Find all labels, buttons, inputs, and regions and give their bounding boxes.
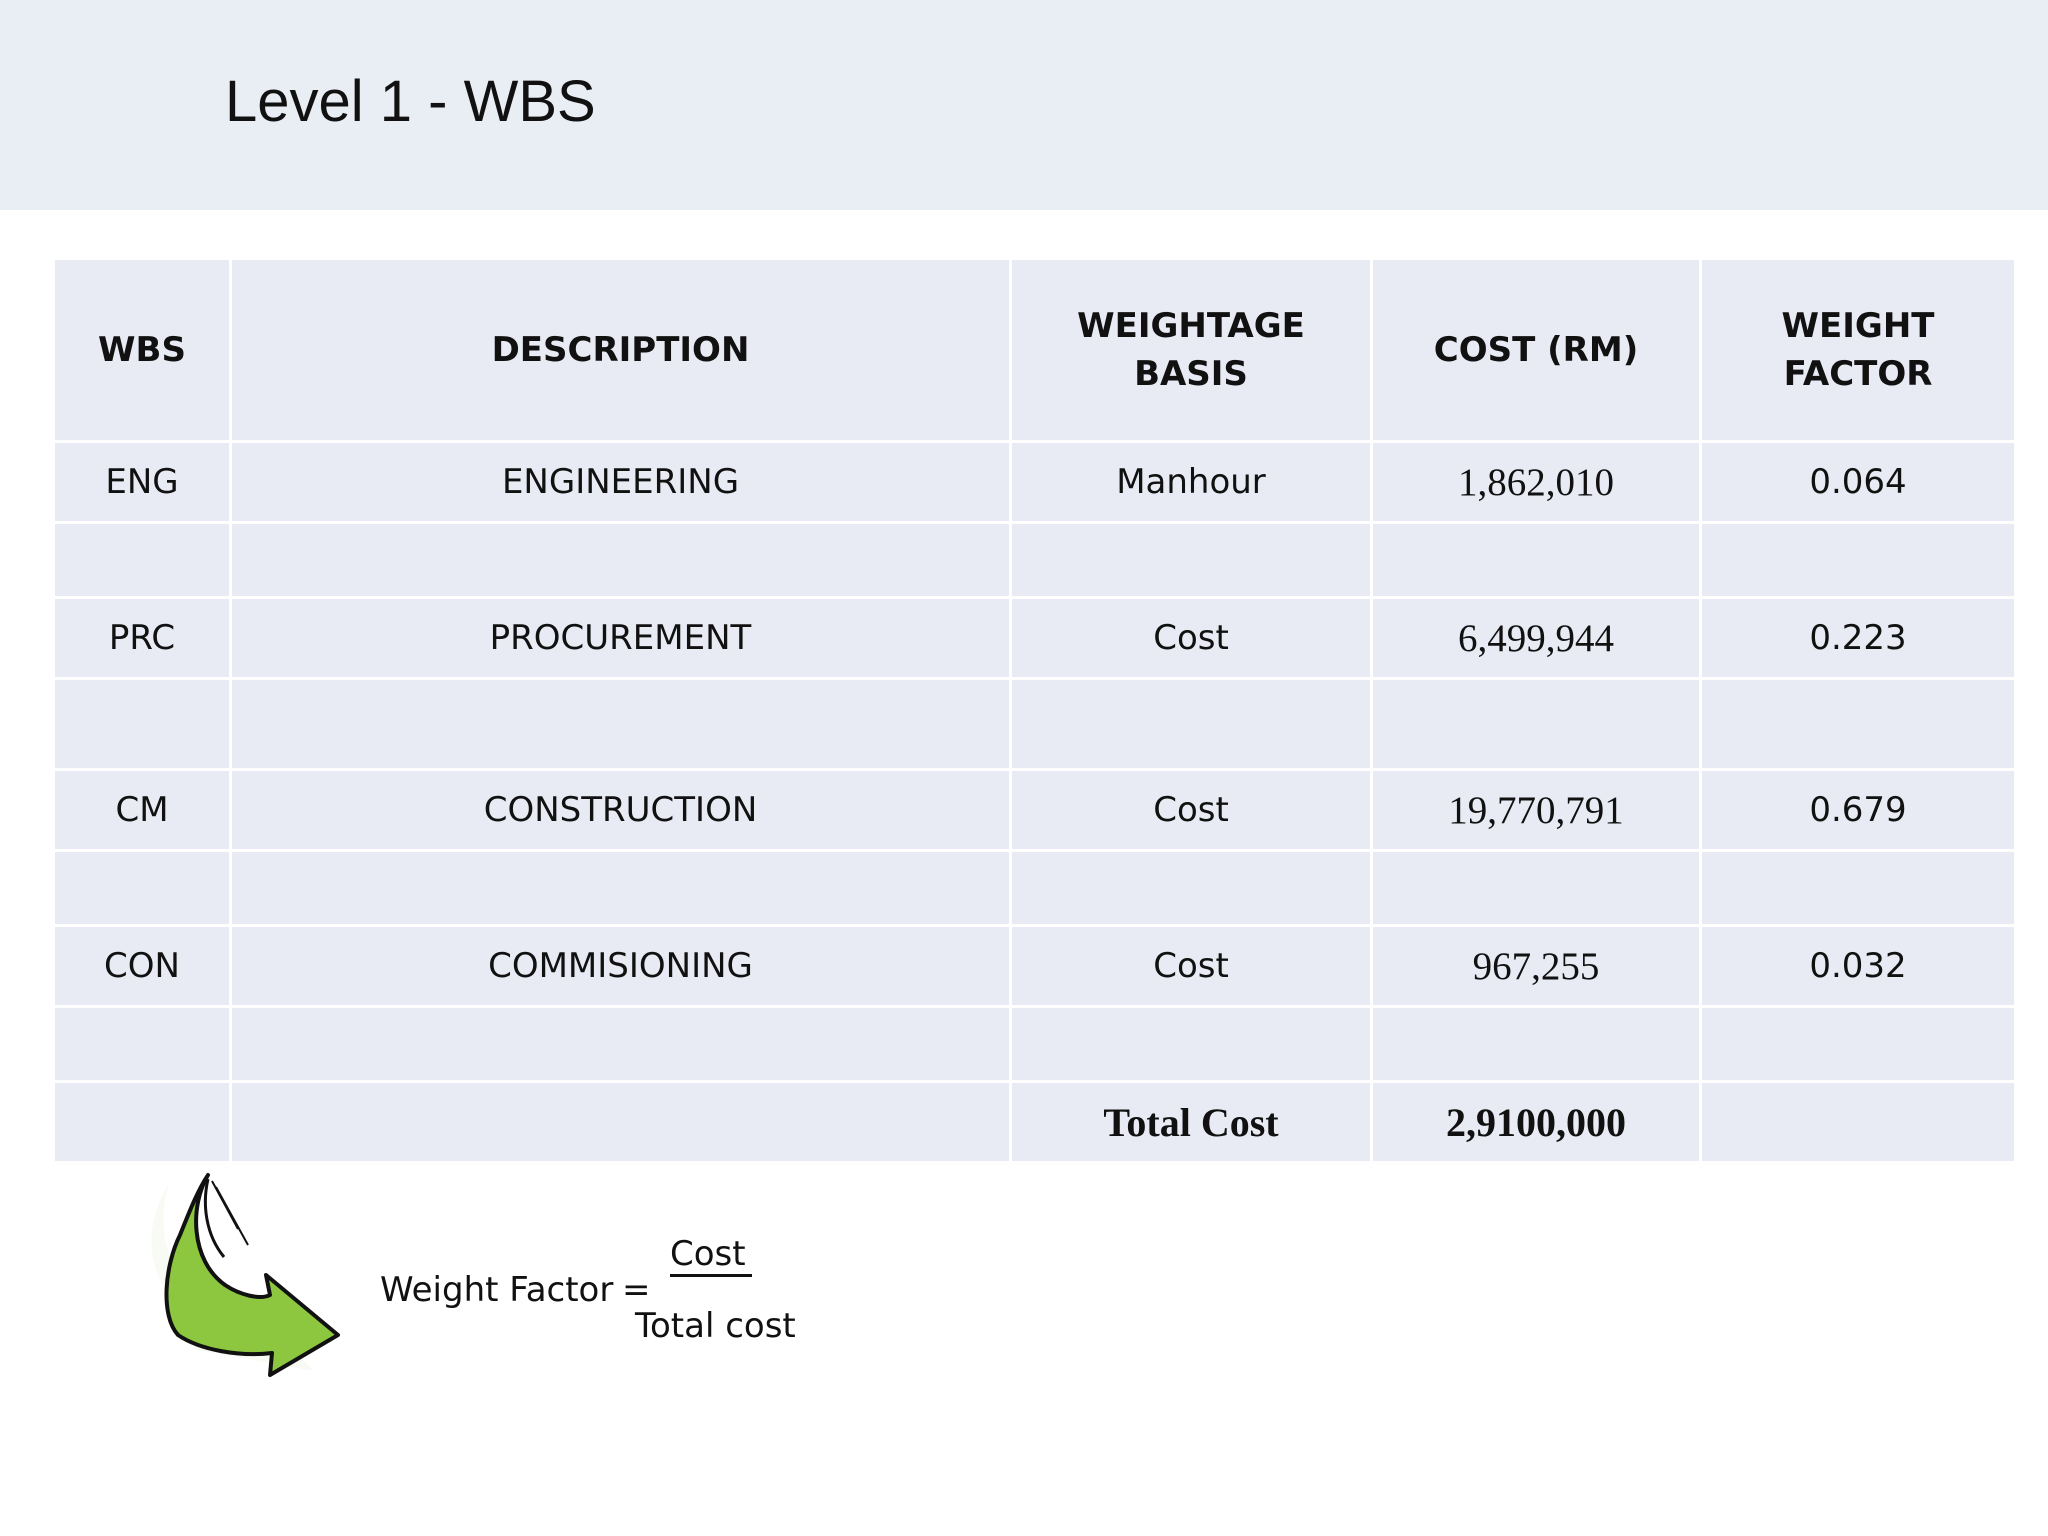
table-row: CON COMMISIONING Cost 967,255 0.032 — [52, 924, 2017, 1008]
cell-cost: 6,499,944 — [1370, 596, 1702, 680]
cell-wbs: CON — [52, 924, 232, 1008]
header-description: DESCRIPTION — [229, 257, 1012, 443]
cell-cost: 967,255 — [1370, 924, 1702, 1008]
cell-description: COMMISIONING — [229, 924, 1012, 1008]
curved-arrow-icon — [120, 1165, 360, 1380]
total-label: Total Cost — [1009, 1080, 1373, 1164]
total-value: 2,9100,000 — [1370, 1080, 1702, 1164]
table-spacer-row — [52, 1005, 2017, 1083]
formula-denominator: Total cost — [635, 1306, 796, 1346]
formula-label: Weight Factor — [380, 1270, 614, 1310]
table-row: PRC PROCUREMENT Cost 6,499,944 0.223 — [52, 596, 2017, 680]
table-row: CM CONSTRUCTION Cost 19,770,791 0.679 — [52, 768, 2017, 852]
table-spacer-row — [52, 849, 2017, 927]
cell-wbs: PRC — [52, 596, 232, 680]
header-cost: COST (RM) — [1370, 257, 1702, 443]
cell-factor: 0.223 — [1699, 596, 2017, 680]
table-spacer-row — [52, 521, 2017, 599]
table-total-row: Total Cost 2,9100,000 — [52, 1080, 2017, 1164]
cell-description: PROCUREMENT — [229, 596, 1012, 680]
formula-equals: = — [622, 1270, 651, 1310]
cell-cost: 19,770,791 — [1370, 768, 1702, 852]
table-spacer-row — [52, 677, 2017, 771]
slide-title: Level 1 - WBS — [225, 69, 596, 134]
cell-basis: Cost — [1009, 596, 1373, 680]
table-header-row: WBS DESCRIPTION WEIGHTAGE BASIS COST (RM… — [52, 257, 2017, 443]
formula-numerator: Cost — [670, 1234, 810, 1277]
cell-basis: Cost — [1009, 768, 1373, 852]
cell-factor: 0.032 — [1699, 924, 2017, 1008]
header-weight-factor: WEIGHT FACTOR — [1699, 257, 2017, 443]
cell-basis: Cost — [1009, 924, 1373, 1008]
header-wbs: WBS — [52, 257, 232, 443]
wbs-table: WBS DESCRIPTION WEIGHTAGE BASIS COST (RM… — [52, 257, 2017, 1164]
cell-cost: 1,862,010 — [1370, 440, 1702, 524]
table-row: ENG ENGINEERING Manhour 1,862,010 0.064 — [52, 440, 2017, 524]
header-weightage-basis: WEIGHTAGE BASIS — [1009, 257, 1373, 443]
cell-description: CONSTRUCTION — [229, 768, 1012, 852]
cell-factor: 0.679 — [1699, 768, 2017, 852]
cell-wbs: CM — [52, 768, 232, 852]
cell-wbs: ENG — [52, 440, 232, 524]
cell-factor: 0.064 — [1699, 440, 2017, 524]
cell-basis: Manhour — [1009, 440, 1373, 524]
cell-description: ENGINEERING — [229, 440, 1012, 524]
